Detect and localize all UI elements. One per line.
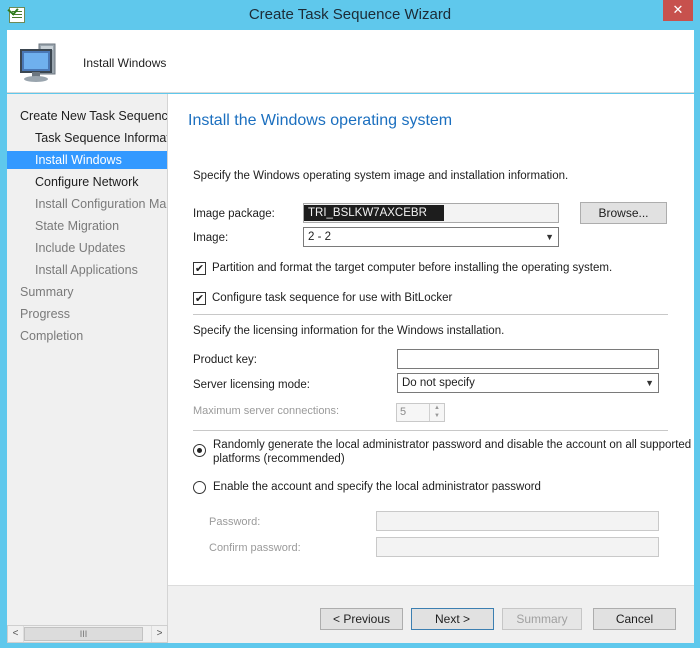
nav-step-progress: Progress bbox=[20, 307, 71, 321]
divider bbox=[193, 314, 668, 315]
main-content: Install the Windows operating system Spe… bbox=[168, 94, 694, 585]
title-bar: Create Task Sequence Wizard ✕ bbox=[0, 0, 700, 30]
licensing-mode-value: Do not specify bbox=[402, 377, 475, 389]
page-title: Install the Windows operating system bbox=[188, 112, 453, 129]
nav-step-create-new-task-sequence[interactable]: Create New Task Sequence bbox=[7, 107, 167, 125]
stepper-arrows-icon: ▲ ▼ bbox=[429, 404, 444, 421]
nav-step-task-sequence-information[interactable]: Task Sequence Information bbox=[7, 129, 167, 147]
nav-step-summary: Summary bbox=[20, 285, 74, 299]
cancel-button[interactable]: Cancel bbox=[593, 608, 676, 630]
confirm-password-input bbox=[376, 537, 659, 557]
nav-step-completion: Completion bbox=[20, 329, 84, 343]
max-connections-value: 5 bbox=[400, 406, 407, 418]
close-button[interactable]: ✕ bbox=[663, 0, 693, 21]
password-label: Password: bbox=[209, 516, 261, 528]
chevron-down-icon: ▼ bbox=[545, 232, 554, 242]
nav-step-configure-network[interactable]: Configure Network bbox=[7, 173, 167, 191]
next-button[interactable]: Next > bbox=[411, 608, 494, 630]
image-select[interactable]: 2 - 2 ▼ bbox=[303, 227, 559, 247]
random-password-label: Randomly generate the local administrato… bbox=[213, 438, 691, 466]
summary-button: Summary bbox=[502, 608, 582, 630]
browse-button[interactable]: Browse... bbox=[580, 202, 667, 224]
max-connections-label: Maximum server connections: bbox=[193, 405, 340, 417]
image-package-field[interactable]: TRI_BSLKW7AXCEBR bbox=[303, 203, 559, 223]
scroll-right-arrow-icon[interactable]: > bbox=[151, 626, 167, 642]
previous-button[interactable]: < Previous bbox=[320, 608, 403, 630]
licensing-instructions: Specify the licensing information for th… bbox=[193, 325, 505, 337]
nav-step-install-configuration-manager: Install Configuration Manager bbox=[35, 197, 167, 211]
product-key-input[interactable] bbox=[397, 349, 659, 369]
image-package-label: Image package: bbox=[193, 208, 275, 220]
nav-step-state-migration: State Migration bbox=[35, 219, 120, 233]
random-password-label-line-1: Randomly generate the local administrato… bbox=[213, 439, 692, 451]
image-select-value: 2 - 2 bbox=[308, 231, 332, 243]
scroll-thumb[interactable]: III bbox=[24, 627, 143, 641]
enable-account-label: Enable the account and specify the local… bbox=[213, 481, 541, 493]
image-package-value: TRI_BSLKW7AXCEBR bbox=[308, 207, 427, 219]
header-title: Install Windows bbox=[83, 56, 167, 70]
enable-account-radio[interactable] bbox=[193, 481, 206, 494]
partition-checkbox[interactable]: ✔ bbox=[193, 262, 206, 275]
confirm-password-label: Confirm password: bbox=[209, 542, 301, 554]
bitlocker-label: Configure task sequence for use with Bit… bbox=[212, 292, 453, 304]
partition-label: Partition and format the target computer… bbox=[212, 262, 613, 274]
nav-step-install-applications: Install Applications bbox=[35, 263, 138, 277]
instructions-text: Specify the Windows operating system ima… bbox=[193, 170, 569, 182]
nav-horizontal-scrollbar[interactable]: < III > bbox=[7, 625, 168, 643]
max-connections-stepper: 5 ▲ ▼ bbox=[396, 403, 445, 422]
nav-step-install-windows[interactable]: Install Windows bbox=[7, 151, 167, 169]
window-title: Create Task Sequence Wizard bbox=[248, 6, 452, 23]
server-licensing-mode-label: Server licensing mode: bbox=[193, 379, 310, 391]
wizard-footer: < Previous Next > Summary Cancel bbox=[168, 585, 694, 643]
scroll-left-arrow-icon[interactable]: < bbox=[8, 626, 24, 642]
nav-step-include-updates: Include Updates bbox=[35, 241, 126, 255]
password-input bbox=[376, 511, 659, 531]
computer-monitor-icon bbox=[20, 43, 56, 82]
wizard-step-nav: Create New Task Sequence Task Sequence I… bbox=[7, 94, 168, 625]
random-password-label-line-2: platforms (recommended) bbox=[213, 453, 345, 465]
divider bbox=[193, 430, 668, 431]
product-key-label: Product key: bbox=[193, 354, 257, 366]
random-password-radio[interactable] bbox=[193, 444, 206, 457]
server-licensing-mode-select[interactable]: Do not specify ▼ bbox=[397, 373, 659, 393]
bitlocker-checkbox[interactable]: ✔ bbox=[193, 292, 206, 305]
image-label: Image: bbox=[193, 232, 229, 244]
wizard-header: Install Windows bbox=[7, 30, 694, 93]
chevron-down-icon: ▼ bbox=[645, 378, 654, 388]
